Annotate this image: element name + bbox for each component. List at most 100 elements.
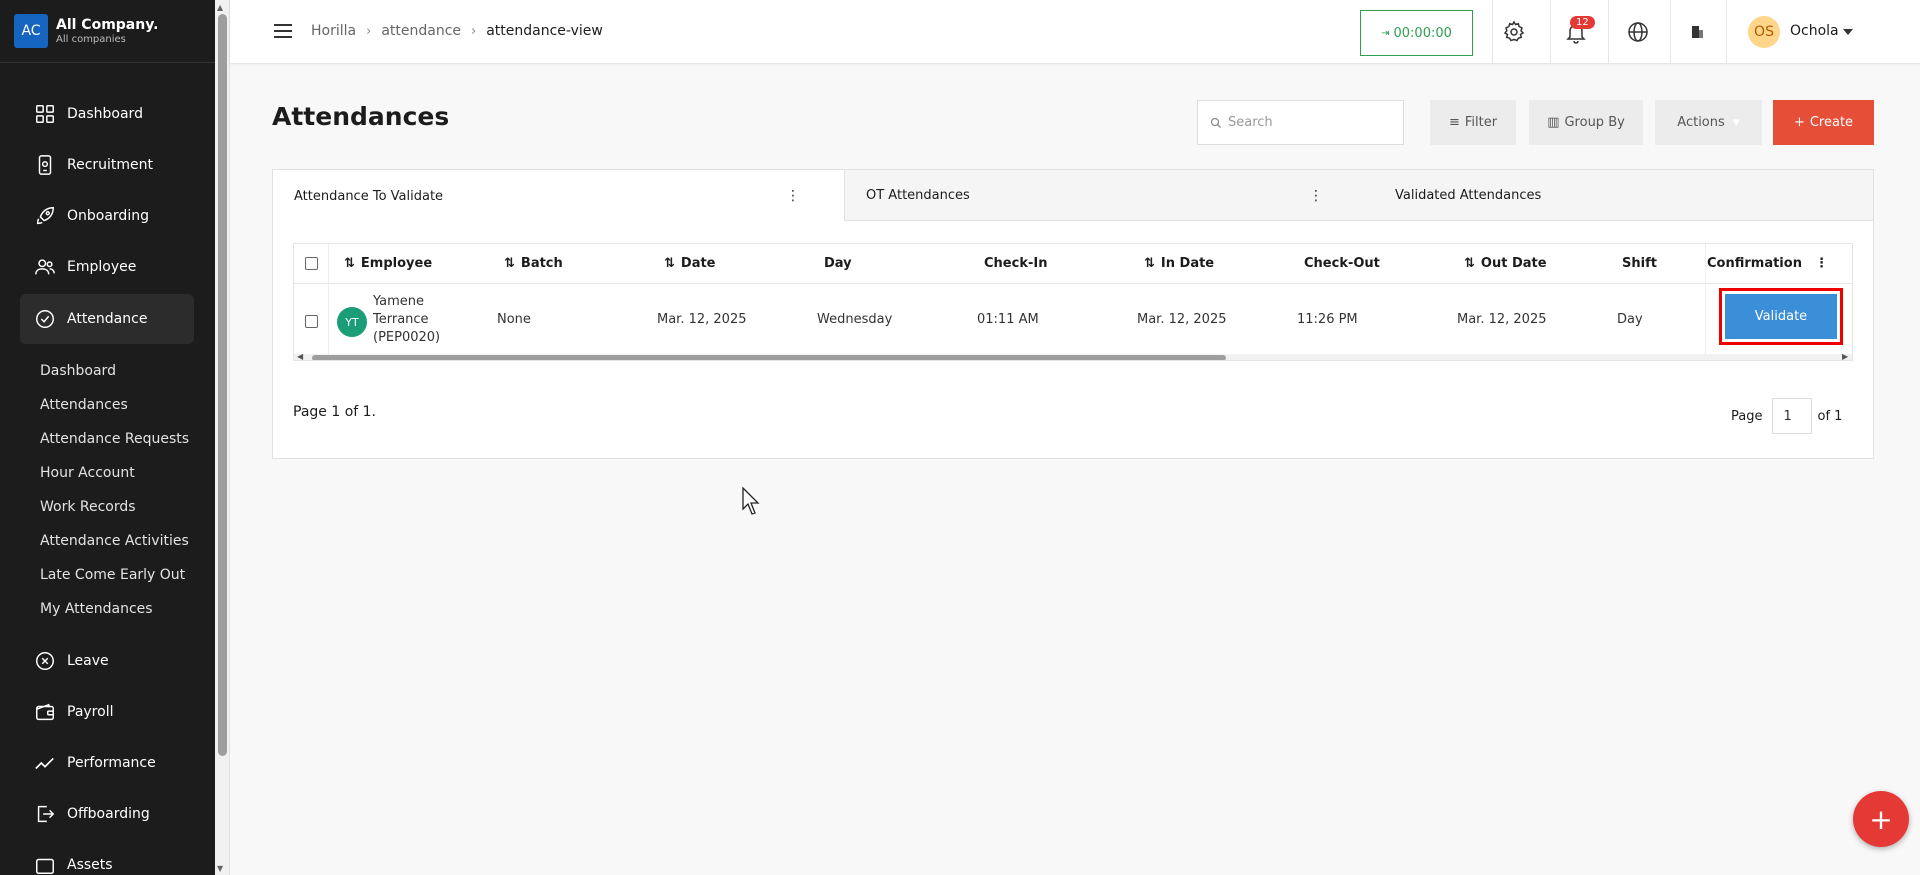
submenu-late-come-early-out[interactable]: Late Come Early Out [40, 567, 185, 583]
tab-attendance-to-validate[interactable]: Attendance To Validate [273, 170, 844, 222]
horizontal-scroll-thumb[interactable] [312, 355, 1226, 360]
exit-icon [37, 805, 55, 823]
sidebar-item-recruitment[interactable]: Recruitment [20, 140, 194, 190]
sidebar-item-label: Onboarding [67, 208, 149, 224]
divider [1726, 0, 1727, 64]
column-out-date[interactable]: ⇅ Out Date [1464, 256, 1547, 271]
company-switcher[interactable]: AC All Company. All companies [0, 0, 215, 63]
search-icon [1210, 117, 1221, 128]
column-date[interactable]: ⇅ Date [664, 256, 716, 271]
sort-icon: ⇅ [1464, 256, 1475, 271]
column-label: Employee [360, 256, 433, 271]
building-icon[interactable] [1686, 20, 1710, 44]
sidebar-item-employee[interactable]: Employee [20, 242, 194, 292]
sidebar-item-dashboard[interactable]: Dashboard [20, 89, 194, 139]
hamburger-menu-icon[interactable] [274, 24, 292, 38]
more-vertical-icon[interactable]: ⋮ [1815, 256, 1828, 271]
column-batch[interactable]: ⇅ Batch [504, 256, 563, 271]
table-row: YT Yamene Terrance (PEP0020) None Mar. 1… [294, 284, 1852, 356]
column-check-in[interactable]: Check-In [984, 256, 1047, 271]
clock-in-button[interactable]: ⇥ 00:00:00 [1360, 10, 1473, 56]
sort-icon: ⇅ [1144, 256, 1155, 271]
row-checkbox[interactable] [305, 315, 318, 328]
column-label: Check-In [984, 256, 1048, 271]
submenu-my-attendances[interactable]: My Attendances [40, 601, 153, 617]
sidebar-item-label: Offboarding [67, 806, 150, 822]
globe-icon[interactable] [1626, 20, 1650, 44]
create-button-label: Create [1809, 115, 1854, 130]
scroll-down-arrow-icon[interactable]: ▼ [217, 864, 223, 873]
filter-button[interactable]: ≡ Filter [1430, 100, 1516, 145]
trend-line-icon [35, 757, 54, 770]
scroll-up-arrow-icon[interactable]: ▲ [217, 3, 223, 12]
search-field[interactable] [1197, 100, 1404, 145]
sidebar-item-label: Recruitment [67, 157, 154, 173]
column-label: Confirmation [1707, 256, 1802, 271]
select-all-checkbox[interactable] [305, 257, 318, 270]
cell-shift: Day [1617, 312, 1643, 327]
breadcrumb-item[interactable]: Horilla [311, 23, 356, 39]
submenu-work-records[interactable]: Work Records [40, 499, 136, 515]
breadcrumb-item[interactable]: attendance [381, 23, 461, 39]
column-confirmation[interactable]: Confirmation [1707, 256, 1802, 271]
more-vertical-icon[interactable]: ⋮ [1309, 188, 1323, 204]
column-label: In Date [1160, 256, 1215, 271]
sort-icon: ⇅ [504, 256, 515, 271]
sidebar-item-performance[interactable]: Performance [20, 738, 194, 788]
sidebar-item-payroll[interactable]: Payroll [20, 687, 194, 737]
submenu-hour-account[interactable]: Hour Account [40, 465, 135, 481]
column-label: Shift [1622, 256, 1657, 271]
topbar: Horilla › attendance › attendance-view ⇥… [230, 0, 1920, 64]
submenu-dashboard[interactable]: Dashboard [40, 363, 116, 379]
search-input[interactable] [1228, 115, 1398, 130]
users-icon [35, 259, 55, 275]
page-number-input[interactable]: 1 [1772, 398, 1813, 434]
group-by-button[interactable]: ▥ Group By [1529, 100, 1643, 145]
bar-chart-icon: ▥ [1547, 115, 1560, 130]
chevron-right-icon: › [366, 23, 372, 39]
page-label: Page [1731, 408, 1763, 424]
column-in-date[interactable]: ⇅ In Date [1144, 256, 1214, 271]
submenu-attendance-requests[interactable]: Attendance Requests [40, 431, 189, 447]
table-header: ⇅ Employee ⇅ Batch ⇅ Date Day Check-In ⇅ In … [294, 244, 1852, 284]
page-title: Attendances [272, 102, 450, 131]
quick-add-button[interactable]: + [1853, 791, 1909, 847]
submenu-attendances[interactable]: Attendances [40, 397, 128, 413]
timer-value: 00:00:00 [1393, 25, 1452, 41]
column-employee[interactable]: ⇅ Employee [344, 256, 432, 271]
user-name[interactable]: Ochola [1790, 23, 1839, 39]
gear-icon[interactable] [1502, 20, 1526, 44]
company-subtitle: All companies [56, 34, 126, 45]
sidebar-item-attendance[interactable]: Attendance [20, 294, 194, 344]
pagination: Page 1 of 1 [1731, 398, 1842, 434]
create-button[interactable]: + Create [1773, 100, 1874, 145]
validate-button[interactable]: Validate [1725, 294, 1837, 339]
employee-id: (PEP0020) [373, 330, 441, 345]
tab-validated-attendances[interactable]: Validated Attendances [1384, 170, 1864, 221]
column-label: Check-Out [1304, 256, 1380, 271]
caret-down-icon: ▼ [1732, 117, 1740, 128]
sidebar-item-label: Leave [67, 653, 109, 669]
column-check-out[interactable]: Check-Out [1304, 256, 1380, 271]
scroll-left-arrow-icon[interactable]: ◀ [297, 352, 303, 360]
filter-icon: ≡ [1448, 115, 1460, 130]
employee-name[interactable]: Yamene Terrance (PEP0020) [373, 293, 440, 347]
filter-button-label: Filter [1464, 115, 1498, 130]
submenu-attendance-activities[interactable]: Attendance Activities [40, 533, 189, 549]
sidebar-item-onboarding[interactable]: Onboarding [20, 191, 194, 241]
actions-dropdown[interactable]: Actions ▼ [1655, 100, 1762, 145]
column-day[interactable]: Day [824, 256, 852, 271]
cell-batch: None [497, 312, 531, 327]
column-shift[interactable]: Shift [1622, 256, 1657, 271]
caret-down-icon[interactable] [1843, 29, 1853, 35]
user-avatar[interactable]: OS [1748, 16, 1780, 48]
box-icon [36, 858, 54, 874]
scroll-right-arrow-icon[interactable]: ▶ [1842, 352, 1848, 360]
sidebar-item-assets[interactable]: Assets [20, 840, 194, 875]
sidebar-item-leave[interactable]: Leave [20, 636, 194, 686]
sidebar-item-offboarding[interactable]: Offboarding [20, 789, 194, 839]
more-vertical-icon[interactable]: ⋮ [786, 188, 800, 204]
sidebar-scroll-thumb[interactable] [218, 14, 227, 756]
table-horizontal-scrollbar[interactable]: ◀ ▶ [294, 352, 1852, 360]
company-logo: AC [14, 14, 48, 48]
